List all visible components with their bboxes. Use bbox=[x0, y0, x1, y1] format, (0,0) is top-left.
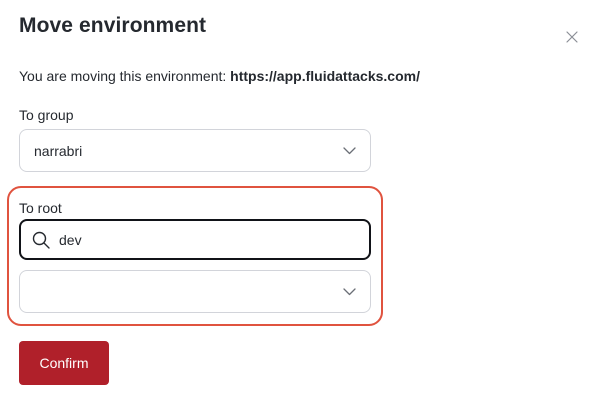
subtitle-text: You are moving this environment: bbox=[19, 68, 231, 84]
move-environment-dialog: Move environment You are moving this env… bbox=[0, 0, 605, 405]
root-select[interactable] bbox=[19, 270, 371, 313]
dialog-title: Move environment bbox=[19, 14, 207, 37]
root-search-field[interactable] bbox=[19, 219, 371, 260]
dialog-subtitle: You are moving this environment: https:/… bbox=[19, 68, 420, 84]
close-icon bbox=[566, 31, 578, 43]
chevron-down-icon bbox=[342, 287, 356, 297]
group-select-value: narrabri bbox=[34, 142, 83, 159]
search-icon bbox=[32, 231, 50, 249]
environment-url: https://app.fluidattacks.com/ bbox=[230, 68, 420, 84]
close-button[interactable] bbox=[561, 26, 583, 48]
to-group-label: To group bbox=[19, 107, 74, 123]
to-root-label: To root bbox=[19, 200, 62, 216]
group-select[interactable]: narrabri bbox=[19, 129, 371, 172]
confirm-button[interactable]: Confirm bbox=[19, 341, 109, 385]
chevron-down-icon bbox=[342, 146, 356, 156]
root-search-input[interactable] bbox=[59, 221, 359, 258]
